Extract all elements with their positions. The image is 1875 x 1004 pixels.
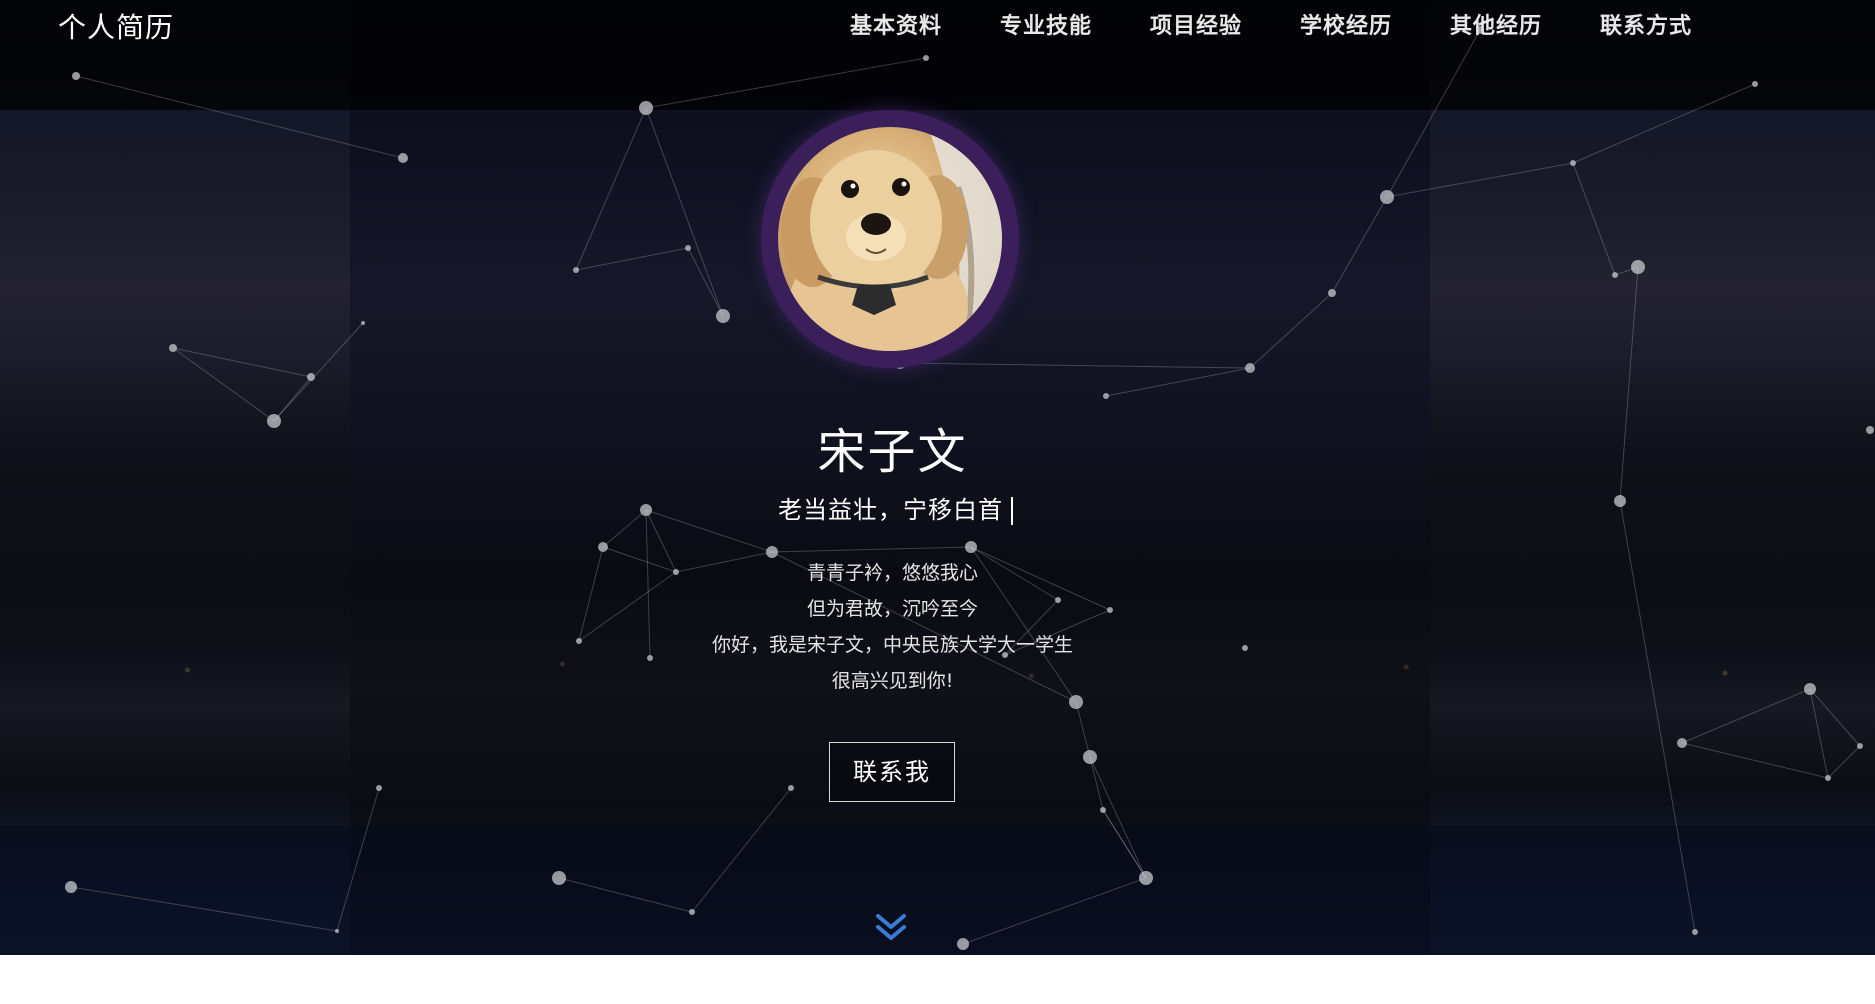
particle-link	[1105, 367, 1251, 397]
particle-link	[70, 886, 338, 932]
nav-item-other[interactable]: 其他经历	[1450, 8, 1600, 40]
puppy-avatar-icon	[781, 127, 1002, 351]
particle-node	[1857, 743, 1863, 749]
particle-link	[575, 247, 689, 271]
nav-item-contact[interactable]: 联系方式	[1600, 8, 1750, 40]
intro-line: 你好，我是宋子文，中央民族大学大一学生	[711, 634, 1073, 656]
particle-link	[771, 546, 972, 553]
particle-link	[1809, 688, 1861, 747]
particle-link	[1809, 688, 1829, 779]
motto-text: 老当益壮，宁移白首	[778, 496, 1003, 524]
motto-line: 老当益壮，宁移白首	[778, 490, 1013, 525]
main-nav: 基本资料 专业技能 项目经验 学校经历 其他经历 联系方式	[850, 8, 1750, 40]
particle-node	[923, 55, 929, 61]
particle-node	[1612, 272, 1618, 278]
intro-line: 很高兴见到你!	[831, 670, 954, 692]
particle-link	[645, 509, 773, 553]
particle-node	[1328, 289, 1336, 297]
particle-link	[687, 247, 724, 317]
particle-node	[169, 344, 177, 352]
particle-node	[376, 785, 382, 791]
intro-text: 青青子衿，悠悠我心 但为君故，沉吟至今 你好，我是宋子文，中央民族大学大一学生 …	[0, 555, 1785, 699]
particle-node	[1083, 750, 1097, 764]
nav-item-basic-info[interactable]: 基本资料	[850, 8, 1000, 40]
particle-link	[691, 787, 792, 913]
particle-node	[788, 785, 794, 791]
particle-link	[558, 877, 693, 913]
particle-link	[1089, 756, 1147, 879]
particle-link	[1572, 83, 1756, 164]
particle-node	[639, 101, 653, 115]
particle-link	[1572, 162, 1616, 276]
particle-link	[1386, 162, 1574, 198]
particle-link	[1331, 196, 1388, 294]
particle-node	[1245, 363, 1255, 373]
particle-node	[1380, 190, 1394, 204]
particle-node	[1631, 260, 1645, 274]
intro-line: 青青子衿，悠悠我心	[806, 562, 978, 584]
particle-node	[689, 909, 695, 915]
brand-title[interactable]: 个人简历	[58, 6, 174, 46]
particle-node	[1677, 738, 1687, 748]
particle-node	[1614, 495, 1626, 507]
particle-node	[361, 321, 365, 325]
particle-node	[573, 267, 579, 273]
particle-node	[65, 881, 77, 893]
typing-cursor	[1011, 497, 1013, 525]
particle-node	[1139, 871, 1153, 885]
particle-node	[1804, 683, 1816, 695]
particle-link	[1089, 756, 1104, 811]
particle-link	[1827, 745, 1861, 779]
particle-link	[1249, 292, 1333, 369]
particle-node	[640, 504, 652, 516]
particle-node	[72, 72, 80, 80]
particle-node	[1100, 807, 1106, 813]
particle-node	[1752, 81, 1758, 87]
particle-link	[1075, 701, 1091, 758]
particle-node	[716, 309, 730, 323]
particle-node	[307, 373, 315, 381]
contact-me-button[interactable]: 联系我	[829, 742, 955, 802]
particle-link	[75, 75, 404, 159]
intro-line: 但为君故，沉吟至今	[806, 598, 978, 620]
avatar-ring	[761, 110, 1019, 368]
particle-link	[575, 107, 647, 271]
double-chevron-down-icon[interactable]	[874, 912, 908, 942]
hero-section: 个人简历 基本资料 专业技能 项目经验 学校经历 其他经历 联系方式 宋子文 老…	[0, 0, 1875, 955]
particle-node	[965, 541, 977, 553]
person-name: 宋子文	[817, 424, 968, 480]
particle-link	[962, 877, 1147, 945]
particle-link	[336, 787, 380, 932]
particle-node	[957, 938, 969, 950]
avatar	[778, 127, 1002, 351]
particle-link	[899, 362, 1251, 369]
particle-node	[685, 245, 691, 251]
particle-node	[552, 871, 566, 885]
particle-node	[1866, 426, 1874, 434]
nav-item-school[interactable]: 学校经历	[1300, 8, 1450, 40]
particle-node	[598, 542, 608, 552]
particle-node	[1825, 775, 1831, 781]
nav-item-projects[interactable]: 项目经验	[1150, 8, 1300, 40]
particle-node	[335, 929, 339, 933]
particle-link	[1102, 809, 1147, 879]
particle-link	[645, 57, 927, 109]
particle-node	[1103, 393, 1109, 399]
particle-node	[398, 153, 408, 163]
particle-link	[645, 107, 724, 317]
particle-node	[1692, 929, 1698, 935]
particle-node	[1570, 160, 1576, 166]
particle-link	[602, 509, 647, 548]
nav-item-skills[interactable]: 专业技能	[1000, 8, 1150, 40]
particle-link	[1681, 742, 1829, 779]
particle-link	[1386, 29, 1481, 198]
